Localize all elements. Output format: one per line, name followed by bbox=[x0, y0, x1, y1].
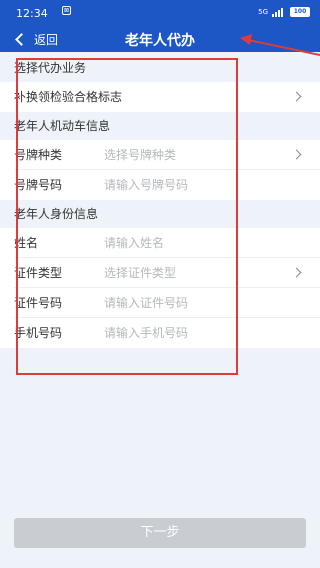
name-input[interactable]: 请输入姓名 bbox=[104, 228, 164, 258]
plate-type-label: 号牌种类 bbox=[14, 148, 63, 162]
battery-icon: 100 bbox=[290, 7, 310, 17]
id-type-row[interactable]: 证件类型 选择证件类型 bbox=[0, 258, 320, 288]
id-type-select[interactable]: 选择证件类型 bbox=[104, 258, 176, 288]
id-number-input[interactable]: 请输入证件号码 bbox=[104, 288, 188, 318]
plate-number-row[interactable]: 号牌号码 请输入号牌号码 bbox=[0, 170, 320, 200]
business-label: 补换领检验合格标志 bbox=[14, 90, 123, 104]
status-indicators: 5G 100 bbox=[258, 7, 310, 17]
section-header-business: 选择代办业务 bbox=[0, 54, 320, 82]
section-header-vehicle: 老年人机动车信息 bbox=[0, 112, 320, 140]
chevron-left-icon bbox=[15, 32, 28, 46]
name-label: 姓名 bbox=[14, 236, 39, 250]
phone-row[interactable]: 手机号码 请输入手机号码 bbox=[0, 318, 320, 348]
signal-icon bbox=[272, 7, 286, 17]
back-button[interactable]: 返回 bbox=[14, 29, 58, 49]
chevron-right-icon bbox=[291, 267, 302, 278]
plate-type-select[interactable]: 选择号牌种类 bbox=[104, 140, 176, 170]
business-select-row[interactable]: 补换领检验合格标志 bbox=[0, 82, 320, 112]
plate-number-input[interactable]: 请输入号牌号码 bbox=[104, 170, 188, 200]
status-bar: 12:34 ⊠ 5G 100 bbox=[0, 0, 320, 26]
plate-number-label: 号牌号码 bbox=[14, 178, 63, 192]
network-label: 5G bbox=[258, 8, 268, 16]
nav-bar: 老年人代办 返回 bbox=[0, 26, 320, 52]
phone-input[interactable]: 请输入手机号码 bbox=[104, 318, 188, 348]
id-type-label: 证件类型 bbox=[14, 266, 63, 280]
name-row[interactable]: 姓名 请输入姓名 bbox=[0, 228, 320, 258]
id-number-row[interactable]: 证件号码 请输入证件号码 bbox=[0, 288, 320, 318]
id-number-label: 证件号码 bbox=[14, 296, 63, 310]
chevron-right-icon bbox=[291, 91, 302, 102]
plate-type-row[interactable]: 号牌种类 选择号牌种类 bbox=[0, 140, 320, 170]
next-button[interactable]: 下一步 bbox=[14, 518, 306, 548]
phone-label: 手机号码 bbox=[14, 326, 63, 340]
back-label: 返回 bbox=[34, 32, 59, 47]
status-time: 12:34 bbox=[16, 7, 48, 20]
chevron-right-icon bbox=[291, 149, 302, 160]
section-header-identity: 老年人身份信息 bbox=[0, 200, 320, 228]
notification-icon: ⊠ bbox=[62, 6, 71, 15]
